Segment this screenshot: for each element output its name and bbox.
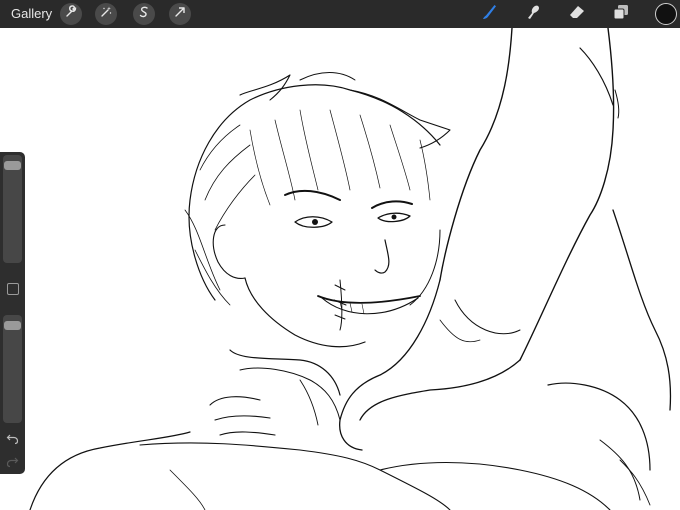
modify-square-icon[interactable] bbox=[7, 283, 19, 295]
transform-arrow-icon bbox=[173, 5, 187, 24]
opacity-thumb[interactable] bbox=[4, 320, 21, 330]
color-swatch[interactable] bbox=[655, 3, 677, 25]
actions-button[interactable] bbox=[60, 3, 82, 25]
gallery-button[interactable]: Gallery bbox=[11, 6, 52, 22]
line-art-sketch bbox=[29, 28, 672, 510]
smudge-tool[interactable] bbox=[522, 3, 544, 25]
brush-size-slider[interactable] bbox=[3, 155, 22, 263]
opacity-slider[interactable] bbox=[3, 315, 22, 423]
transform-button[interactable] bbox=[169, 3, 191, 25]
magic-wand-icon bbox=[99, 5, 113, 24]
eraser-tool[interactable] bbox=[566, 3, 588, 25]
undo-icon[interactable] bbox=[6, 432, 19, 445]
wrench-icon bbox=[64, 4, 78, 24]
brush-icon bbox=[479, 2, 499, 27]
brush-tool[interactable] bbox=[478, 3, 500, 25]
left-sidebar bbox=[0, 152, 25, 474]
adjustments-button[interactable] bbox=[95, 3, 117, 25]
layers-icon bbox=[611, 2, 631, 27]
redo-icon[interactable] bbox=[6, 455, 19, 468]
layers-tool[interactable] bbox=[610, 3, 632, 25]
brush-size-thumb[interactable] bbox=[4, 160, 21, 170]
selection-icon bbox=[137, 5, 151, 24]
top-toolbar: Gallery bbox=[0, 0, 680, 28]
smudge-icon bbox=[523, 2, 543, 27]
eraser-icon bbox=[567, 2, 587, 27]
drawing-canvas[interactable] bbox=[0, 28, 680, 510]
selection-button[interactable] bbox=[133, 3, 155, 25]
